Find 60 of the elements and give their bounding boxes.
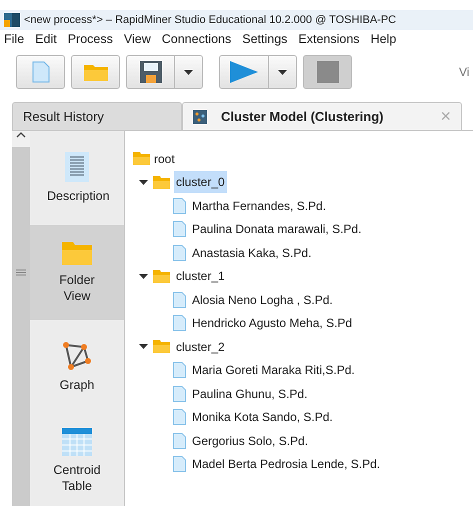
graph-icon — [62, 340, 92, 371]
tree-leaf[interactable]: Martha Fernandes, S.Pd. — [192, 196, 326, 215]
sidebar-scrollbar[interactable] — [12, 131, 30, 506]
folder-icon — [61, 240, 93, 266]
save-button[interactable] — [126, 55, 203, 89]
document-icon — [173, 244, 186, 261]
menu-item[interactable]: Help — [370, 30, 396, 48]
document-icon — [173, 221, 186, 238]
tree-leaf[interactable]: Paulina Donata marawali, S.Pd. — [192, 220, 362, 238]
caret-icon — [278, 70, 287, 74]
table-icon — [62, 428, 92, 456]
document-icon — [173, 362, 186, 378]
document-icon — [173, 198, 186, 214]
folder-icon — [153, 176, 170, 189]
document-icon — [173, 386, 186, 402]
tree-leaf[interactable]: Maria Goreti Maraka Riti,S.Pd. — [192, 361, 355, 380]
play-icon — [229, 60, 259, 84]
tree-node[interactable]: cluster_1 — [174, 265, 227, 288]
document-icon — [173, 292, 186, 308]
tree-leaf[interactable]: Gergorius Solo, S.Pd. — [192, 432, 308, 450]
folder-icon — [82, 62, 108, 82]
menu-item[interactable]: View — [124, 30, 151, 48]
folder-icon — [153, 270, 170, 283]
document-icon — [173, 315, 186, 332]
document-icon — [173, 456, 186, 472]
toolbar-label: Vi — [459, 64, 470, 81]
tree-leaf[interactable]: Alosia Neno Logha , S.Pd. — [192, 290, 333, 309]
menu-item[interactable]: File — [4, 30, 24, 48]
menu-item[interactable]: Edit — [35, 30, 57, 48]
expand-toggle-icon[interactable] — [137, 274, 149, 279]
tree-node[interactable]: cluster_2 — [174, 336, 227, 358]
folder-icon — [153, 340, 170, 354]
tab[interactable]: Cluster Model (Clustering) × — [182, 102, 462, 130]
menu-item[interactable]: Connections — [162, 30, 232, 48]
menu-item[interactable]: Settings — [242, 30, 288, 48]
tree-leaf[interactable]: Hendricko Agusto Meha, S.Pd — [192, 314, 352, 332]
grip-icon[interactable] — [16, 269, 26, 276]
scroll-up-icon[interactable] — [16, 131, 26, 139]
tree-leaf[interactable]: Madel Berta Pedrosia Lende, S.Pd. — [192, 455, 380, 474]
expand-toggle-icon[interactable] — [137, 180, 149, 185]
tree-leaf[interactable]: Anastasia Kaka, S.Pd. — [192, 244, 312, 262]
document-icon — [173, 432, 186, 449]
tree-node[interactable]: root — [154, 150, 175, 168]
tree-leaf[interactable]: Paulina Ghunu, S.Pd. — [192, 384, 308, 403]
document-lines-icon — [65, 152, 89, 182]
expand-toggle-icon[interactable] — [137, 344, 149, 350]
sidebar-item[interactable]: Folder View — [30, 225, 124, 320]
tab[interactable]: Result History — [12, 102, 182, 130]
menu-item[interactable]: Process — [68, 30, 113, 48]
tree-node[interactable]: cluster_0 — [174, 171, 227, 194]
cluster-model-icon — [193, 110, 207, 124]
menu-item[interactable]: Extensions — [298, 30, 360, 48]
stop-icon — [316, 61, 338, 83]
caret-icon — [184, 70, 193, 74]
tree-leaf[interactable]: Monika Kota Sando, S.Pd. — [192, 408, 333, 426]
document-icon — [173, 409, 186, 426]
app-logo-icon — [4, 13, 20, 27]
folder-icon — [133, 152, 150, 166]
window-title: <new process*> – RapidMiner Studio Educational 10.2.000 @ TOSHIBA-PC — [24, 12, 396, 28]
document-icon — [32, 61, 50, 83]
